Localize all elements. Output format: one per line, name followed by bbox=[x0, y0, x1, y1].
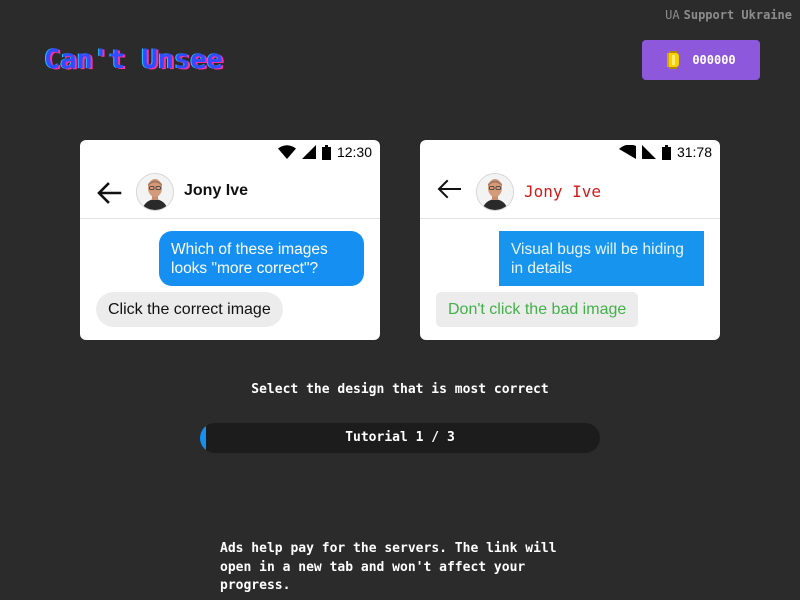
support-label: Support Ukraine bbox=[683, 8, 792, 22]
coin-icon bbox=[667, 51, 680, 69]
contact-avatar bbox=[136, 173, 174, 211]
phone-status-bar: 31:78 bbox=[618, 140, 712, 164]
game-logo: Can't Unsee bbox=[44, 44, 223, 75]
design-option-b[interactable]: 31:78 Jony Ive Visual bugs will be hidin… bbox=[420, 140, 720, 340]
battery-icon bbox=[661, 144, 671, 160]
design-option-a[interactable]: 12:30 Jony Ive Which of these images loo… bbox=[80, 140, 380, 340]
contact-name: Jony Ive bbox=[184, 182, 249, 199]
support-ukraine-link[interactable]: UA Support Ukraine bbox=[665, 8, 792, 22]
chat-header: Jony Ive bbox=[80, 168, 380, 219]
coin-counter-button[interactable]: 000000 bbox=[642, 40, 760, 80]
incoming-message: Don't click the bad image bbox=[436, 292, 639, 327]
outgoing-message: Visual bugs will be hiding in details bbox=[499, 231, 704, 286]
chat-header: Jony Ive bbox=[420, 168, 720, 219]
contact-name: Jony Ive bbox=[524, 182, 602, 201]
coin-count: 000000 bbox=[692, 53, 736, 67]
status-time: 12:30 bbox=[336, 144, 372, 160]
incoming-message: Click the correct image bbox=[96, 292, 283, 327]
tutorial-progress-bar: Tutorial 1 / 3 bbox=[200, 423, 600, 453]
back-arrow-icon[interactable] bbox=[436, 176, 462, 202]
phone-status-bar: 12:30 bbox=[277, 140, 372, 164]
cellular-signal-icon bbox=[301, 145, 316, 159]
contact-avatar bbox=[476, 173, 514, 211]
wifi-icon bbox=[618, 145, 636, 159]
progress-label: Tutorial 1 / 3 bbox=[345, 430, 455, 445]
outgoing-message: Which of these images looks "more correc… bbox=[159, 231, 364, 286]
wifi-icon bbox=[277, 145, 296, 159]
ad-disclaimer: Ads help pay for the servers. The link w… bbox=[220, 541, 557, 593]
support-prefix: UA bbox=[665, 8, 680, 22]
cellular-signal-icon bbox=[641, 145, 656, 159]
battery-icon bbox=[321, 144, 331, 160]
back-arrow-icon[interactable] bbox=[96, 180, 122, 206]
status-time: 31:78 bbox=[676, 144, 712, 160]
instruction-text: Select the design that is most correct bbox=[251, 382, 549, 397]
game-page: UA Support Ukraine Can't Unsee 000000 12:… bbox=[0, 0, 800, 600]
